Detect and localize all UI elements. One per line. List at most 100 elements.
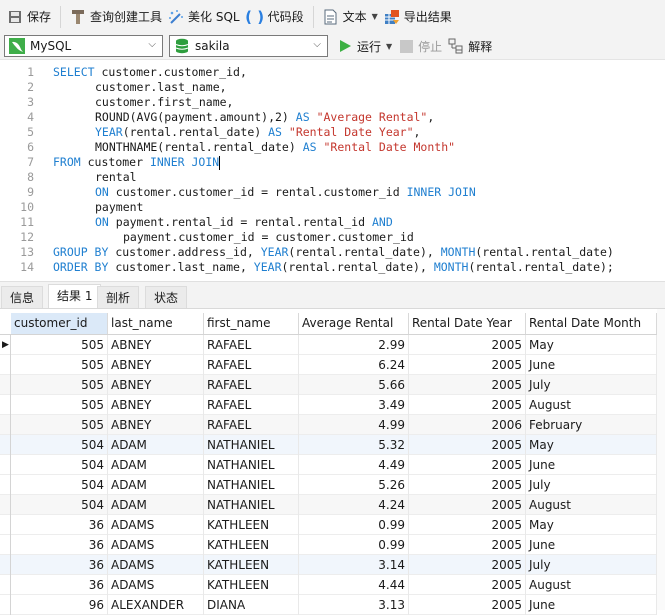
cell-rental-year[interactable]: 2005 (409, 575, 526, 595)
cell-first-name[interactable]: NATHANIEL (204, 495, 299, 515)
cell-last-name[interactable]: ABNEY (108, 395, 204, 415)
cell-customer-id[interactable]: 504 (11, 475, 108, 495)
cell-rental-month[interactable]: July (526, 555, 657, 575)
cell-last-name[interactable]: ADAMS (108, 515, 204, 535)
cell-customer-id[interactable]: 504 (11, 455, 108, 475)
cell-first-name[interactable]: RAFAEL (204, 335, 299, 355)
table-row[interactable]: 505 ABNEY RAFAEL 4.99 2006 February (0, 415, 657, 435)
cell-customer-id[interactable]: 505 (11, 335, 108, 355)
cell-first-name[interactable]: NATHANIEL (204, 455, 299, 475)
sql-editor[interactable]: 1 SELECT customer.customer_id, 2 customer.… (0, 59, 665, 281)
cell-rental-month[interactable]: July (526, 475, 657, 495)
row-selector[interactable] (0, 395, 11, 415)
row-selector[interactable] (0, 475, 11, 495)
table-row[interactable]: 505 ABNEY RAFAEL 6.24 2005 June (0, 355, 657, 375)
cell-rental-year[interactable]: 2005 (409, 455, 526, 475)
cell-last-name[interactable]: ADAM (108, 475, 204, 495)
cell-rental-month[interactable]: May (526, 515, 657, 535)
row-selector[interactable] (0, 495, 11, 515)
column-header-last-name[interactable]: last_name (108, 313, 204, 334)
text-button[interactable]: 文本 ▼ (320, 6, 381, 28)
cell-rental-month[interactable]: August (526, 495, 657, 515)
cell-first-name[interactable]: KATHLEEN (204, 555, 299, 575)
run-button[interactable]: 运行 ▼ (334, 35, 395, 57)
cell-rental-year[interactable]: 2005 (409, 395, 526, 415)
export-result-button[interactable]: 导出结果 (381, 6, 455, 28)
cell-last-name[interactable]: ABNEY (108, 335, 204, 355)
row-selector[interactable] (0, 555, 11, 575)
row-selector[interactable] (0, 595, 11, 615)
cell-rental-year[interactable]: 2005 (409, 335, 526, 355)
cell-rental-year[interactable]: 2005 (409, 355, 526, 375)
table-row[interactable]: 36 ADAMS KATHLEEN 4.44 2005 August (0, 575, 657, 595)
cell-customer-id[interactable]: 36 (11, 535, 108, 555)
cell-last-name[interactable]: ADAM (108, 455, 204, 475)
cell-average-rental[interactable]: 4.44 (299, 575, 409, 595)
cell-rental-month[interactable]: August (526, 575, 657, 595)
table-row[interactable]: 504 ADAM NATHANIEL 4.24 2005 August (0, 495, 657, 515)
cell-first-name[interactable]: RAFAEL (204, 355, 299, 375)
cell-customer-id[interactable]: 36 (11, 555, 108, 575)
row-selector[interactable] (0, 415, 11, 435)
cell-customer-id[interactable]: 505 (11, 355, 108, 375)
cell-last-name[interactable]: ABNEY (108, 355, 204, 375)
cell-first-name[interactable]: NATHANIEL (204, 475, 299, 495)
beautify-sql-button[interactable]: 美化 SQL (165, 6, 243, 28)
tab-profile[interactable]: 剖析 (97, 286, 140, 308)
column-header-rental-date-month[interactable]: Rental Date Month (526, 313, 657, 334)
code-snippet-button[interactable]: ( ) 代码段 (243, 6, 307, 28)
table-row[interactable]: 504 ADAM NATHANIEL 5.32 2005 May (0, 435, 657, 455)
row-selector[interactable] (0, 355, 11, 375)
cell-last-name[interactable]: ADAM (108, 435, 204, 455)
cell-average-rental[interactable]: 5.66 (299, 375, 409, 395)
column-header-customer-id[interactable]: customer_id (11, 313, 108, 334)
cell-rental-year[interactable]: 2006 (409, 415, 526, 435)
current-row-indicator[interactable]: ▶ (0, 335, 11, 355)
cell-customer-id[interactable]: 36 (11, 575, 108, 595)
tab-result-1[interactable]: 结果 1 (48, 284, 102, 309)
cell-rental-year[interactable]: 2005 (409, 435, 526, 455)
cell-last-name[interactable]: ABNEY (108, 375, 204, 395)
cell-average-rental[interactable]: 4.99 (299, 415, 409, 435)
cell-rental-month[interactable]: June (526, 455, 657, 475)
tab-status[interactable]: 状态 (145, 286, 188, 308)
cell-average-rental[interactable]: 3.49 (299, 395, 409, 415)
cell-average-rental[interactable]: 5.26 (299, 475, 409, 495)
cell-rental-month[interactable]: May (526, 435, 657, 455)
column-header-first-name[interactable]: first_name (204, 313, 299, 334)
cell-rental-year[interactable]: 2005 (409, 495, 526, 515)
cell-last-name[interactable]: ADAMS (108, 555, 204, 575)
cell-average-rental[interactable]: 2.99 (299, 335, 409, 355)
cell-first-name[interactable]: KATHLEEN (204, 575, 299, 595)
row-selector[interactable] (0, 375, 11, 395)
column-header-rental-date-year[interactable]: Rental Date Year (409, 313, 526, 334)
table-row[interactable]: 504 ADAM NATHANIEL 5.26 2005 July (0, 475, 657, 495)
table-row[interactable]: 36 ADAMS KATHLEEN 0.99 2005 May (0, 515, 657, 535)
cell-customer-id[interactable]: 505 (11, 395, 108, 415)
cell-first-name[interactable]: RAFAEL (204, 375, 299, 395)
cell-rental-month[interactable]: August (526, 395, 657, 415)
save-button[interactable]: 保存 (4, 6, 54, 28)
table-row[interactable]: 505 ABNEY RAFAEL 3.49 2005 August (0, 395, 657, 415)
cell-rental-year[interactable]: 2005 (409, 375, 526, 395)
cell-customer-id[interactable]: 504 (11, 435, 108, 455)
cell-average-rental[interactable]: 3.13 (299, 595, 409, 615)
cell-customer-id[interactable]: 505 (11, 375, 108, 395)
cell-average-rental[interactable]: 4.49 (299, 455, 409, 475)
cell-rental-year[interactable]: 2005 (409, 515, 526, 535)
row-selector[interactable] (0, 575, 11, 595)
cell-rental-month[interactable]: May (526, 335, 657, 355)
table-row[interactable]: 504 ADAM NATHANIEL 4.49 2005 June (0, 455, 657, 475)
cell-customer-id[interactable]: 96 (11, 595, 108, 615)
cell-last-name[interactable]: ABNEY (108, 415, 204, 435)
cell-first-name[interactable]: RAFAEL (204, 395, 299, 415)
cell-customer-id[interactable]: 36 (11, 515, 108, 535)
cell-average-rental[interactable]: 6.24 (299, 355, 409, 375)
cell-last-name[interactable]: ADAMS (108, 575, 204, 595)
column-header-average-rental[interactable]: Average Rental (299, 313, 409, 334)
cell-first-name[interactable]: KATHLEEN (204, 535, 299, 555)
cell-last-name[interactable]: ALEXANDER (108, 595, 204, 615)
cell-customer-id[interactable]: 504 (11, 495, 108, 515)
table-row[interactable]: 36 ADAMS KATHLEEN 3.14 2005 July (0, 555, 657, 575)
cell-rental-month[interactable]: June (526, 535, 657, 555)
